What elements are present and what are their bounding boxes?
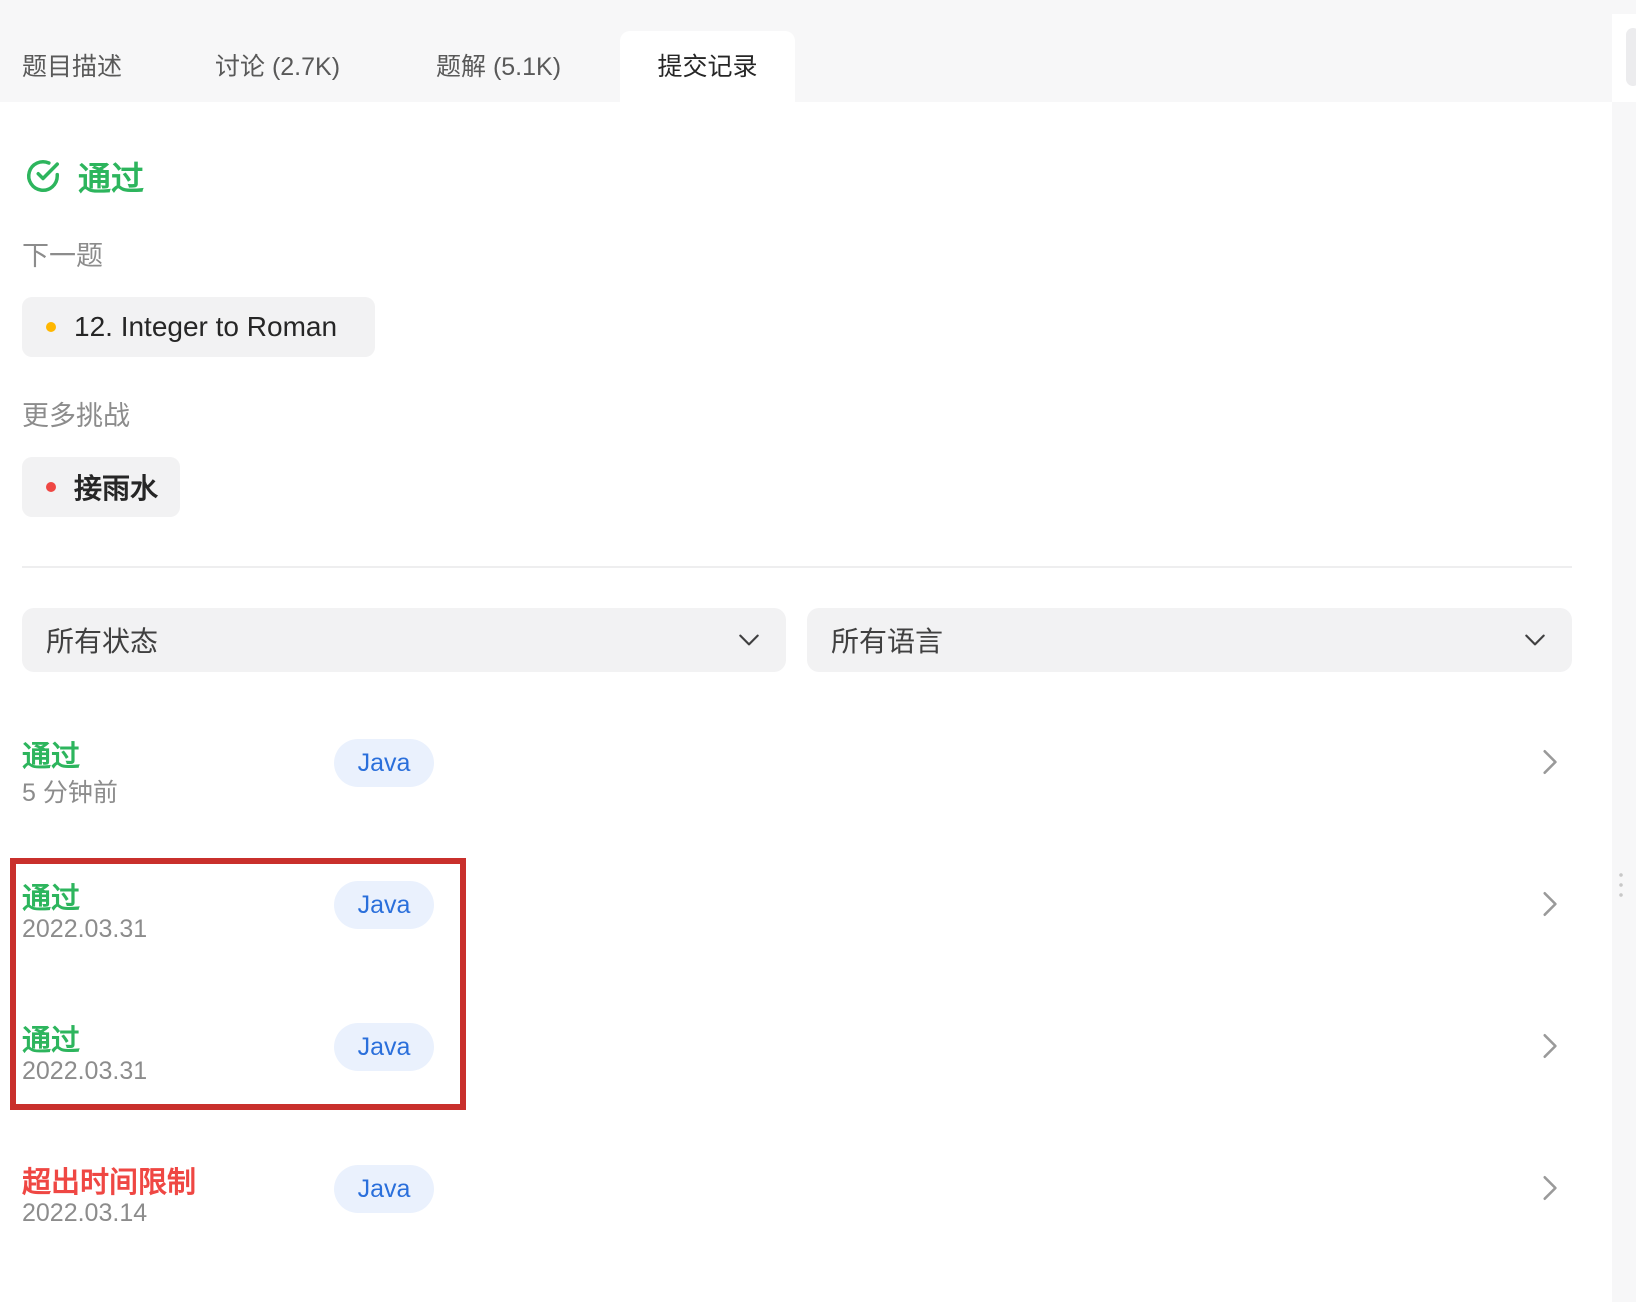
submission-time: 5 分钟前 xyxy=(22,779,118,807)
result-status-label: 通过 xyxy=(78,160,144,197)
language-filter-value: 所有语言 xyxy=(831,626,944,657)
submission-time: 2022.03.31 xyxy=(22,915,148,943)
tab-submissions[interactable]: 提交记录 xyxy=(620,31,795,102)
language-filter-select[interactable]: 所有语言 xyxy=(807,608,1572,672)
submission-language-badge: Java xyxy=(334,739,434,787)
submission-language-badge: Java xyxy=(334,1023,434,1071)
submission-status: 通过 xyxy=(22,883,81,915)
top-strip xyxy=(0,0,1636,14)
chevron-down-icon xyxy=(739,634,759,646)
submission-row[interactable]: 通过 5 分钟前 Java xyxy=(0,733,1600,853)
difficulty-hard-dot xyxy=(46,482,56,492)
more-challenges-heading: 更多挑战 xyxy=(22,401,130,431)
next-problem-title: 12. Integer to Roman xyxy=(74,311,338,342)
tab-description[interactable]: 题目描述 xyxy=(22,31,122,102)
submission-language-badge: Java xyxy=(334,1165,434,1213)
resize-handle-icon[interactable] xyxy=(1619,870,1623,900)
chevron-right-icon xyxy=(1543,750,1557,774)
result-status: 通过 xyxy=(24,152,144,200)
next-problem-heading: 下一题 xyxy=(22,241,103,271)
check-circle-icon xyxy=(27,160,59,192)
tab-discussion[interactable]: 讨论 (2.7K) xyxy=(215,31,340,102)
panel-edge xyxy=(1612,102,1636,1302)
submission-row[interactable]: 通过 2022.03.31 Java xyxy=(0,1017,1600,1137)
submission-status: 通过 xyxy=(22,1025,81,1057)
submission-time: 2022.03.31 xyxy=(22,1057,148,1085)
next-problem-chip[interactable]: 12. Integer to Roman xyxy=(22,297,375,357)
tab-solutions[interactable]: 题解 (5.1K) xyxy=(436,31,561,102)
submission-row[interactable]: 通过 2022.03.31 Java xyxy=(0,875,1600,995)
difficulty-medium-dot xyxy=(46,322,56,332)
submission-time: 2022.03.14 xyxy=(22,1199,148,1227)
panel-toggle-handle[interactable] xyxy=(1626,28,1636,86)
challenge-chip[interactable]: 接雨水 xyxy=(22,457,180,517)
divider xyxy=(22,566,1572,568)
challenge-title: 接雨水 xyxy=(74,473,159,504)
submission-status: 通过 xyxy=(22,741,81,773)
submission-language-badge: Java xyxy=(334,881,434,929)
chevron-right-icon xyxy=(1543,892,1557,916)
submission-row[interactable]: 超出时间限制 2022.03.14 Java xyxy=(0,1159,1600,1279)
submission-status: 超出时间限制 xyxy=(22,1167,197,1199)
chevron-right-icon xyxy=(1543,1034,1557,1058)
status-filter-select[interactable]: 所有状态 xyxy=(22,608,786,672)
status-filter-value: 所有状态 xyxy=(46,626,159,657)
chevron-down-icon xyxy=(1525,634,1545,646)
chevron-right-icon xyxy=(1543,1176,1557,1200)
